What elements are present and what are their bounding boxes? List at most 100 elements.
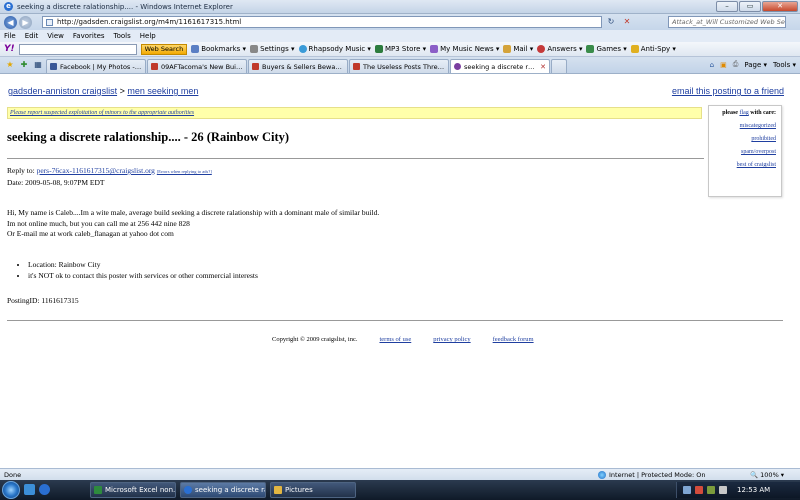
system-tray: 12:53 AM (676, 482, 800, 498)
folder-icon (274, 486, 282, 494)
flag-miscategorized-link[interactable]: miscategorized (714, 123, 776, 129)
page-menu[interactable]: Page ▾ (744, 61, 767, 69)
reply-errors-link[interactable]: [Errors when replying to ads?] (157, 169, 212, 174)
windows-taskbar: Microsoft Excel non... seeking a discret… (0, 480, 800, 500)
close-window-button[interactable]: ✕ (762, 1, 798, 12)
menu-tools[interactable]: Tools (114, 32, 131, 40)
reply-email-link[interactable]: pers-76cax-1161617315@craigslist.org (37, 166, 155, 175)
breadcrumb-section-link[interactable]: men seeking men (127, 86, 198, 96)
tab-row: ★ ✚ ▦ Facebook | My Photos - Pr... 09AFT… (0, 57, 800, 74)
volume-icon[interactable] (719, 486, 727, 494)
settings-icon (250, 45, 259, 53)
breadcrumb: gadsden-anniston craigslist > men seekin… (8, 86, 784, 96)
taskbar-pictures[interactable]: Pictures (270, 482, 356, 498)
minimize-button[interactable]: – (716, 1, 738, 12)
new-tab-button[interactable] (551, 59, 567, 73)
yahoo-toolbar: Y! Web Search Bookmarks ▾ Settings ▾ Rha… (0, 42, 800, 57)
terms-of-use-link[interactable]: terms of use (379, 336, 411, 343)
tray-icon[interactable] (683, 486, 691, 494)
minors-warning-bar: Please report suspected exploitation of … (7, 107, 702, 119)
add-favorites-icon[interactable]: ✚ (18, 59, 30, 71)
feedback-forum-link[interactable]: feedback forum (493, 336, 534, 343)
posting-details-list: Location: Rainbow City it's NOT ok to co… (20, 260, 258, 281)
flag-spam-link[interactable]: spam/overpost (714, 149, 776, 155)
toolbar-music-news[interactable]: My Music News ▾ (430, 45, 499, 53)
anti-spy-icon (630, 45, 639, 53)
toolbar-games[interactable]: Games ▾ (586, 45, 627, 53)
list-item: it's NOT ok to contact this poster with … (28, 271, 258, 282)
email-to-friend-link[interactable]: email this posting to a friend (672, 86, 784, 96)
posting-id: PostingID: 1161617315 (7, 296, 79, 305)
taskbar-excel[interactable]: Microsoft Excel non... (90, 482, 176, 498)
menu-view[interactable]: View (47, 32, 64, 40)
favorites-star-icon[interactable]: ★ (4, 59, 16, 71)
tab-useless-posts[interactable]: The Useless Posts Thread -... (349, 59, 449, 73)
home-icon[interactable]: ⌂ (710, 61, 714, 69)
tab-09aftacoma[interactable]: 09AFTacoma's New Build.... (147, 59, 247, 73)
toolbar-mp3-store[interactable]: MP3 Store ▾ (374, 45, 426, 53)
taskbar-ie-window[interactable]: seeking a discrete ra... (180, 482, 266, 498)
toolbar-answers[interactable]: Answers ▾ (537, 45, 582, 53)
clock[interactable]: 12:53 AM (737, 486, 770, 494)
quick-tabs-icon[interactable]: ▦ (32, 59, 44, 71)
flag-best-of-link[interactable]: best of craigslist (714, 162, 776, 168)
close-tab-icon[interactable]: ✕ (540, 63, 546, 71)
toolbar-rhapsody[interactable]: Rhapsody Music ▾ (298, 45, 371, 53)
flag-help-link[interactable]: flag (739, 110, 748, 116)
posting-title: seeking a discrete ralationship.... - 26… (7, 130, 290, 144)
start-button[interactable] (2, 481, 20, 499)
page-icon (46, 19, 53, 26)
divider (7, 320, 783, 321)
stop-icon[interactable]: ✕ (620, 16, 634, 28)
back-button[interactable]: ◀ (4, 15, 17, 29)
status-text: Done (4, 471, 22, 479)
window-title: seeking a discrete ralationship.... - Wi… (17, 2, 233, 11)
menu-edit[interactable]: Edit (25, 32, 39, 40)
maximize-button[interactable]: ▭ (739, 1, 761, 12)
tab-facebook[interactable]: Facebook | My Photos - Pr... (46, 59, 146, 73)
ie-quicklaunch-icon[interactable] (39, 484, 50, 495)
tab-craigslist-active[interactable]: seeking a discrete ralati...✕ (450, 59, 550, 73)
menu-bar: File Edit View Favorites Tools Help (0, 30, 800, 42)
excel-icon (94, 486, 102, 494)
forum-favicon-icon (151, 63, 158, 70)
show-desktop-icon[interactable] (24, 484, 35, 495)
toolbar-bookmarks[interactable]: Bookmarks ▾ (191, 45, 246, 53)
print-icon[interactable]: ⎙ (733, 60, 739, 69)
menu-favorites[interactable]: Favorites (73, 32, 105, 40)
web-search-button[interactable]: Web Search (140, 43, 188, 55)
flag-heading: please flag with care: (722, 110, 776, 116)
ie-icon (184, 486, 192, 494)
posting-meta: Reply to: pers-76cax-1161617315@craigsli… (7, 166, 212, 187)
mp3-store-icon (374, 45, 383, 53)
yahoo-search-input[interactable] (18, 43, 137, 55)
privacy-policy-link[interactable]: privacy policy (433, 336, 470, 343)
ie-logo-icon: e (4, 2, 13, 11)
feeds-icon[interactable]: ▣ (720, 61, 727, 69)
browser-search-input[interactable]: Attack_at_Will Customized Web Search (668, 16, 786, 28)
craigslist-favicon-icon (454, 63, 461, 70)
flag-prohibited-link[interactable]: prohibited (714, 136, 776, 142)
menu-help[interactable]: Help (140, 32, 156, 40)
toolbar-anti-spy[interactable]: Anti-Spy ▾ (630, 45, 676, 53)
forward-button[interactable]: ▶ (19, 15, 32, 29)
divider (7, 158, 704, 159)
toolbar-settings[interactable]: Settings ▾ (250, 45, 295, 53)
copyright-text: Copyright © 2009 craigslist, inc. (272, 336, 358, 343)
network-icon[interactable] (707, 486, 715, 494)
tray-icon[interactable] (695, 486, 703, 494)
refresh-icon[interactable]: ↻ (604, 16, 618, 28)
toolbar-mail[interactable]: Mail ▾ (503, 45, 533, 53)
breadcrumb-city-link[interactable]: gadsden-anniston craigslist (8, 86, 117, 96)
yahoo-logo-icon[interactable]: Y! (4, 44, 15, 54)
tab-buyers-sellers[interactable]: Buyers & Sellers Beware of... (248, 59, 348, 73)
zoom-control[interactable]: 🔍 100% ▾ (750, 471, 784, 479)
url-field[interactable]: http://gadsden.craigslist.org/m4m/116161… (42, 16, 602, 28)
tools-menu[interactable]: Tools ▾ (773, 61, 796, 69)
report-exploitation-link[interactable]: Please report suspected exploitation of … (10, 110, 194, 116)
security-zone[interactable]: Internet | Protected Mode: On (598, 471, 706, 479)
menu-file[interactable]: File (4, 32, 16, 40)
facebook-favicon-icon (50, 63, 57, 70)
quick-launch (24, 484, 50, 495)
posting-date: Date: 2009-05-08, 9:07PM EDT (7, 178, 105, 187)
